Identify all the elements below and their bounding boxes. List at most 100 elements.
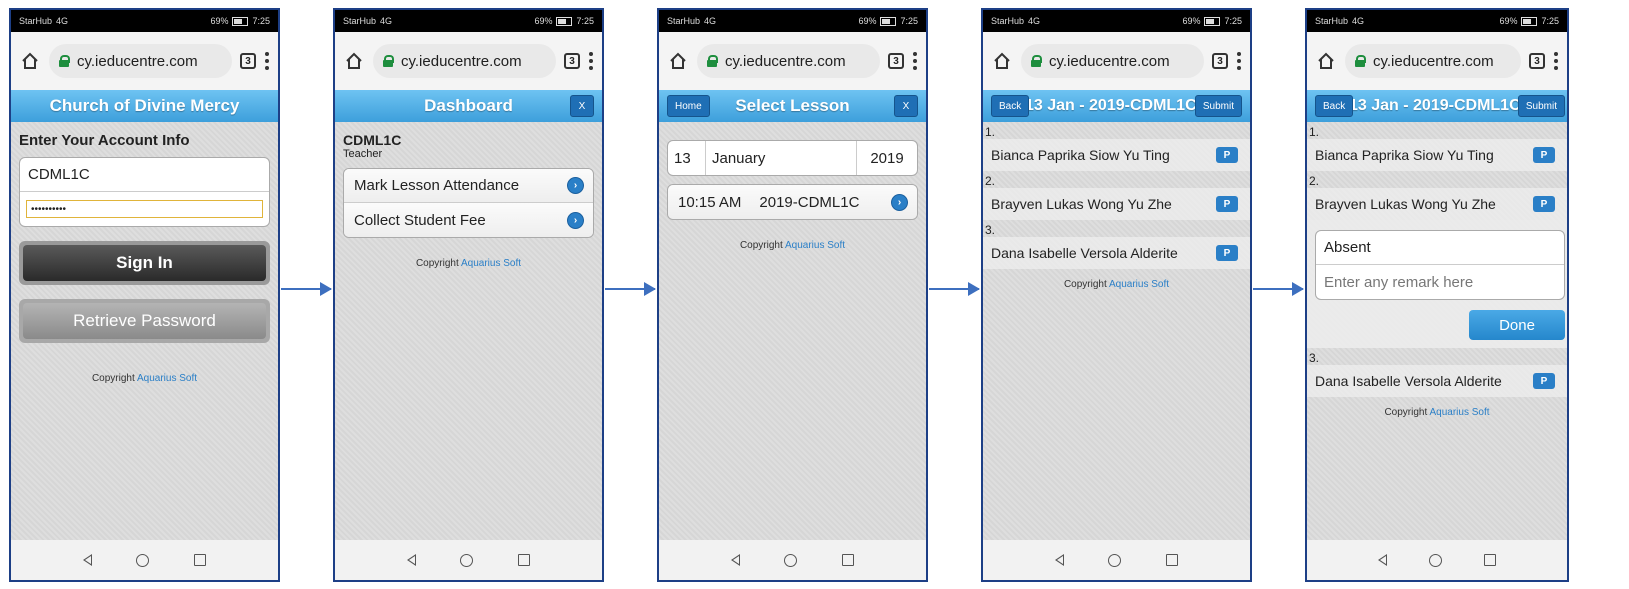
- student-name: Dana Isabelle Versola Alderite: [1315, 373, 1502, 389]
- present-toggle[interactable]: P: [1533, 196, 1555, 212]
- copyright-footer: Copyright Aquarius Soft: [335, 258, 602, 269]
- copyright-link[interactable]: Aquarius Soft: [461, 258, 521, 269]
- clock-label: 7:25: [1224, 16, 1242, 26]
- home-icon[interactable]: [991, 50, 1013, 72]
- page-title: Home Select Lesson X: [659, 90, 926, 122]
- more-menu-icon[interactable]: [264, 52, 270, 70]
- close-button[interactable]: X: [570, 95, 594, 117]
- present-toggle[interactable]: P: [1216, 245, 1238, 261]
- present-toggle[interactable]: P: [1216, 196, 1238, 212]
- day-select[interactable]: 13: [668, 141, 706, 175]
- url-bar[interactable]: cy.ieducentre.com: [373, 44, 556, 78]
- student-row[interactable]: Brayven Lukas Wong Yu Zhe P: [1307, 188, 1567, 220]
- student-number: 2.: [985, 174, 996, 188]
- lock-icon: [59, 55, 70, 67]
- home-icon[interactable]: [343, 50, 365, 72]
- lesson-item[interactable]: 10:15 AM 2019-CDML1C ›: [668, 185, 917, 219]
- more-menu-icon[interactable]: [1553, 52, 1559, 70]
- nav-home-icon[interactable]: [136, 553, 150, 567]
- submit-button[interactable]: Submit: [1194, 95, 1242, 117]
- carrier-label: StarHub: [1315, 16, 1349, 26]
- tabs-count-icon[interactable]: 3: [1529, 53, 1545, 69]
- remark-input[interactable]: Enter any remark here: [1316, 265, 1564, 299]
- url-bar[interactable]: cy.ieducentre.com: [1021, 44, 1204, 78]
- present-toggle[interactable]: P: [1533, 373, 1555, 389]
- month-select[interactable]: January: [706, 141, 857, 175]
- nav-back-icon[interactable]: [1378, 554, 1387, 566]
- sign-in-button[interactable]: Sign In: [19, 241, 270, 285]
- copyright-link[interactable]: Aquarius Soft: [1430, 407, 1490, 418]
- menu-item-label: Collect Student Fee: [354, 211, 486, 229]
- absent-select[interactable]: Absent: [1316, 231, 1564, 265]
- copyright-link[interactable]: Aquarius Soft: [137, 373, 197, 384]
- student-row[interactable]: Dana Isabelle Versola Alderite P: [1307, 365, 1567, 397]
- nav-back-icon[interactable]: [407, 554, 417, 566]
- student-name: Dana Isabelle Versola Alderite: [991, 245, 1178, 261]
- more-menu-icon[interactable]: [912, 52, 918, 70]
- nav-back-icon[interactable]: [83, 554, 93, 566]
- page-title: Back 13 Jan - 2019-CDML1C Submit: [983, 90, 1250, 122]
- back-button[interactable]: Back: [1315, 95, 1354, 117]
- status-bar: StarHub 4G 69% 7:25: [11, 10, 278, 32]
- close-button[interactable]: X: [894, 95, 918, 117]
- menu-collect-fee[interactable]: Collect Student Fee ›: [344, 203, 593, 237]
- copyright-footer: Copyright Aquarius Soft: [1307, 407, 1567, 418]
- menu-mark-attendance[interactable]: Mark Lesson Attendance ›: [344, 169, 593, 203]
- nav-recent-icon[interactable]: [841, 554, 854, 566]
- student-row[interactable]: Bianca Paprika Siow Yu Ting P: [1307, 139, 1567, 171]
- copyright-link[interactable]: Aquarius Soft: [1109, 279, 1169, 290]
- nav-back-icon[interactable]: [1055, 554, 1065, 566]
- absent-popup: Absent Enter any remark here Done: [1307, 220, 1567, 348]
- menu-item-label: Mark Lesson Attendance: [354, 177, 520, 194]
- nav-recent-icon[interactable]: [193, 554, 206, 566]
- tabs-count-icon[interactable]: 3: [1212, 53, 1228, 69]
- tabs-count-icon[interactable]: 3: [564, 53, 580, 69]
- url-bar[interactable]: cy.ieducentre.com: [49, 44, 232, 78]
- home-icon[interactable]: [667, 50, 689, 72]
- tabs-count-icon[interactable]: 3: [888, 53, 904, 69]
- done-button[interactable]: Done: [1469, 310, 1565, 340]
- home-icon[interactable]: [1315, 50, 1337, 72]
- status-bar: StarHub 4G 69% 7:25: [983, 10, 1250, 32]
- nav-recent-icon[interactable]: [1484, 554, 1496, 566]
- copyright-prefix: Copyright: [91, 373, 135, 384]
- home-button[interactable]: Home: [667, 95, 710, 117]
- carrier-label: StarHub: [19, 16, 53, 26]
- nav-home-icon[interactable]: [1108, 553, 1122, 567]
- submit-button[interactable]: Submit: [1517, 95, 1565, 117]
- student-row[interactable]: Brayven Lukas Wong Yu Zhe P: [983, 188, 1250, 220]
- present-toggle[interactable]: P: [1216, 147, 1238, 163]
- present-toggle[interactable]: P: [1533, 147, 1555, 163]
- status-bar: StarHub 4G 69% 7:25: [335, 10, 602, 32]
- phone-screen-absent-remark: StarHub 4G 69% 7:25 cy.ieducentre.com 3 Ba…: [1305, 8, 1569, 582]
- sign-in-label: Sign In: [23, 245, 266, 281]
- flow-arrow: [929, 282, 980, 296]
- more-menu-icon[interactable]: [588, 52, 594, 70]
- url-bar[interactable]: cy.ieducentre.com: [697, 44, 880, 78]
- home-icon[interactable]: [19, 50, 41, 72]
- nav-home-icon[interactable]: [1429, 553, 1442, 567]
- nav-home-icon[interactable]: [784, 553, 798, 567]
- more-menu-icon[interactable]: [1236, 52, 1242, 70]
- back-button[interactable]: Back: [991, 95, 1030, 117]
- username-field[interactable]: CDML1C: [20, 158, 269, 192]
- nav-recent-icon[interactable]: [517, 554, 530, 566]
- battery-icon: [880, 16, 897, 26]
- year-select[interactable]: 2019: [857, 141, 917, 175]
- url-bar[interactable]: cy.ieducentre.com: [1345, 44, 1521, 78]
- flow-arrow: [605, 282, 656, 296]
- password-field[interactable]: ••••••••••: [26, 200, 263, 218]
- copyright-link[interactable]: Aquarius Soft: [785, 240, 845, 251]
- nav-home-icon[interactable]: [460, 553, 474, 567]
- battery-icon: [1521, 16, 1538, 26]
- battery-label: 69%: [534, 16, 553, 26]
- date-picker: 13 January 2019: [667, 140, 918, 176]
- nav-back-icon[interactable]: [731, 554, 741, 566]
- tabs-count-icon[interactable]: 3: [240, 53, 256, 69]
- retrieve-password-button[interactable]: Retrieve Password: [19, 299, 270, 343]
- page-title-text: 13 Jan - 2019-CDML1C: [1349, 97, 1521, 114]
- nav-recent-icon[interactable]: [1165, 554, 1178, 566]
- student-row[interactable]: Bianca Paprika Siow Yu Ting P: [983, 139, 1250, 171]
- student-row[interactable]: Dana Isabelle Versola Alderite P: [983, 237, 1250, 269]
- battery-icon: [556, 16, 573, 26]
